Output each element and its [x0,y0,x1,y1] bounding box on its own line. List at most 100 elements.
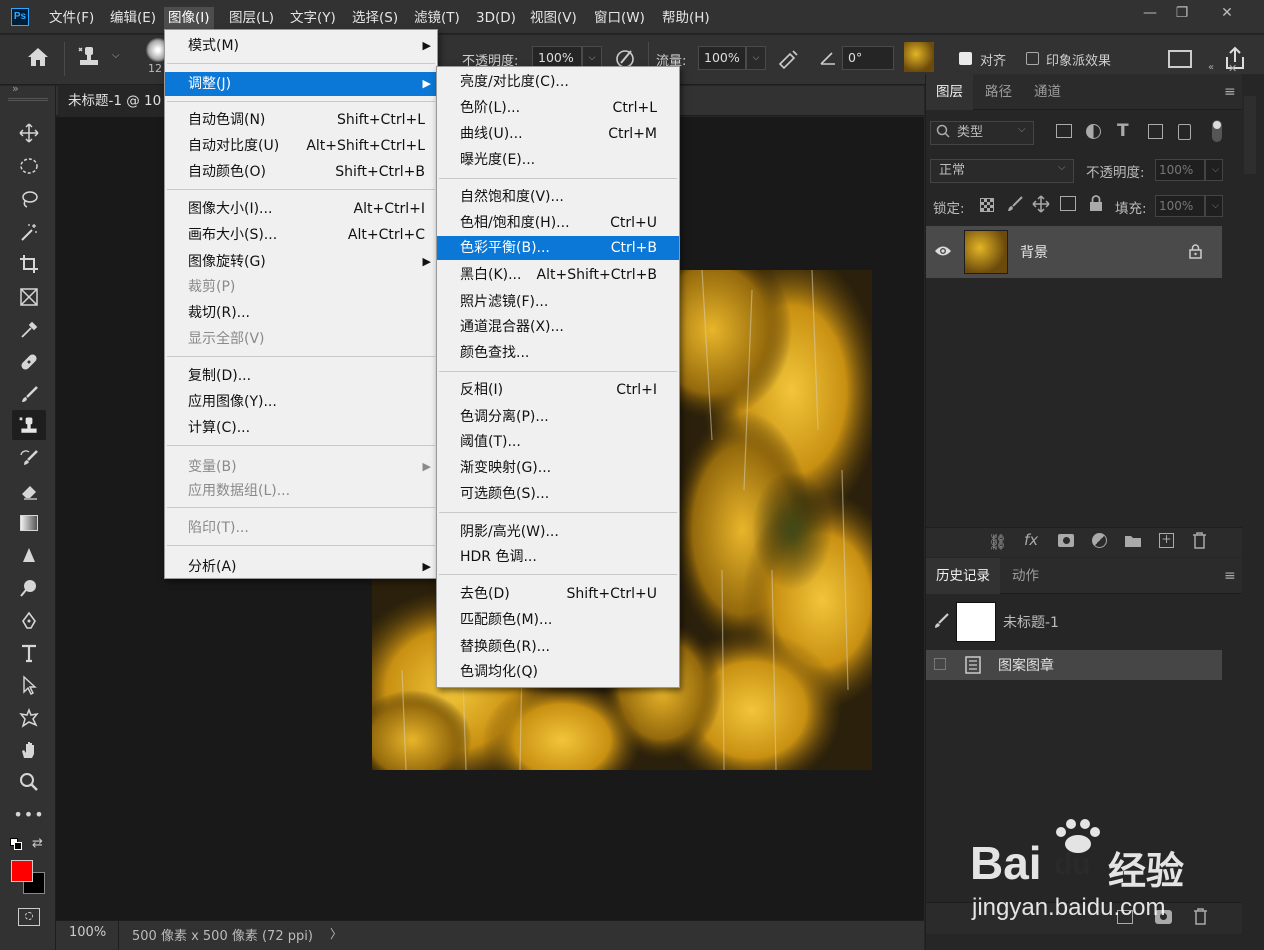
home-button[interactable] [26,46,56,74]
menu-view[interactable]: 视图(V) [526,7,581,29]
menu-item-brightness-contrast[interactable]: 亮度/对比度(C)... [437,70,679,94]
eraser-tool[interactable] [12,476,46,506]
menu-item-duplicate[interactable]: 复制(D)... [165,364,437,388]
close-window-button[interactable]: ✕ [1205,0,1249,28]
collapse-panels-icon[interactable]: « [1208,62,1214,73]
filter-toggle[interactable] [1212,120,1222,142]
default-colors-icon[interactable] [10,838,22,850]
menu-file[interactable]: 文件(F) [45,7,98,29]
fill-input[interactable]: 100% [1155,195,1205,217]
fx-icon[interactable]: fx [1024,531,1038,549]
tab-actions[interactable]: 动作 [1002,558,1049,594]
menu-item-auto-color[interactable]: 自动颜色(O) Shift+Ctrl+B [165,160,437,184]
menu-item-match-color[interactable]: 匹配颜色(M)... [437,608,679,632]
link-layers-icon[interactable]: ⛓ [988,533,1007,551]
align-checkbox[interactable] [959,52,972,65]
path-selection-tool[interactable] [12,670,46,700]
menu-item-color-balance[interactable]: 色彩平衡(B)... Ctrl+B [437,236,679,260]
shape-layer-filter-icon[interactable] [1148,124,1163,139]
tab-history[interactable]: 历史记录 [926,558,1000,594]
menu-item-invert[interactable]: 反相(I) Ctrl+I [437,378,679,402]
layer-opacity-dropdown[interactable]: ⌵ [1205,159,1223,181]
move-tool[interactable] [12,118,46,148]
toolbar-grip[interactable] [8,98,48,101]
menu-item-auto-contrast[interactable]: 自动对比度(U) Alt+Shift+Ctrl+L [165,134,437,158]
new-adjustment-layer-icon[interactable] [1092,533,1107,548]
menu-item-desaturate[interactable]: 去色(D) Shift+Ctrl+U [437,582,679,606]
layer-name[interactable]: 背景 [1020,242,1048,262]
menu-item-levels[interactable]: 色阶(L)... Ctrl+L [437,96,679,120]
layers-panel-menu-icon[interactable]: ≡ [1224,84,1236,100]
add-mask-icon[interactable] [1058,534,1074,547]
menu-item-apply-image[interactable]: 应用图像(Y)... [165,390,437,414]
new-group-icon[interactable] [1124,534,1142,552]
lasso-tool[interactable] [12,184,46,214]
tab-paths[interactable]: 路径 [975,74,1022,110]
visibility-eye-icon[interactable] [934,244,952,262]
menu-item-hdr-toning[interactable]: HDR 色调... [437,545,679,569]
type-layer-filter-icon[interactable]: T [1117,121,1129,141]
new-layer-icon[interactable]: + [1159,533,1174,548]
type-tool[interactable] [12,638,46,668]
menu-item-shadows-highlights[interactable]: 阴影/高光(W)... [437,520,679,544]
history-step-checkbox[interactable] [934,658,946,670]
ignore-adjustment-icon[interactable] [1168,50,1192,68]
snapshot-name[interactable]: 未标题-1 [1003,612,1059,632]
menu-image[interactable]: 图像(I) [164,7,214,29]
healing-brush-tool[interactable] [12,347,46,377]
menu-item-posterize[interactable]: 色调分离(P)... [437,405,679,429]
menu-item-curves[interactable]: 曲线(U)... Ctrl+M [437,122,679,146]
smart-object-filter-icon[interactable] [1178,124,1191,140]
pixel-layer-filter-icon[interactable] [1056,124,1072,138]
crop-tool[interactable] [12,249,46,279]
custom-shape-tool[interactable] [12,703,46,733]
tool-preset-picker[interactable]: ⌵ [76,44,126,72]
flow-input[interactable]: 100% [698,46,746,70]
lock-artboard-icon[interactable] [1060,196,1076,211]
panel-scrollbar[interactable] [1244,96,1256,174]
impressionist-checkbox[interactable] [1026,52,1039,65]
status-menu-arrow[interactable]: 〉 [330,925,342,942]
hand-tool[interactable] [12,735,46,765]
menu-filter[interactable]: 滤镜(T) [410,7,464,29]
menu-item-hue-saturation[interactable]: 色相/饱和度(H)... Ctrl+U [437,211,679,235]
menu-item-equalize[interactable]: 色调均化(Q) [437,660,679,684]
blur-tool[interactable] [12,541,46,571]
history-step-name[interactable]: 图案图章 [998,655,1054,675]
fill-dropdown[interactable]: ⌵ [1205,195,1223,217]
history-brush-tool[interactable] [12,444,46,474]
menu-item-calculations[interactable]: 计算(C)... [165,416,437,440]
restore-button[interactable]: ❐ [1160,0,1204,28]
lock-all-icon[interactable] [1089,195,1103,216]
menu-select[interactable]: 选择(S) [348,7,402,29]
foreground-color-swatch[interactable] [11,860,33,882]
menu-item-color-lookup[interactable]: 颜色查找... [437,341,679,365]
zoom-tool[interactable] [12,767,46,797]
adjustment-layer-filter-icon[interactable] [1086,124,1101,139]
menu-item-image-rotation[interactable]: 图像旋转(G) ▶ [165,250,437,274]
delete-layer-icon[interactable] [1192,532,1207,553]
history-panel-menu-icon[interactable]: ≡ [1224,568,1236,584]
tab-channels[interactable]: 通道 [1024,74,1071,110]
marquee-tool[interactable] [12,151,46,181]
layer-opacity-input[interactable]: 100% [1155,159,1205,181]
clone-source-thumbnail[interactable] [904,42,934,72]
flow-dropdown[interactable]: ⌵ [746,46,766,70]
zoom-level[interactable]: 100% [69,925,106,940]
menu-item-black-white[interactable]: 黑白(K)... Alt+Shift+Ctrl+B [437,263,679,287]
document-tab[interactable]: 未标题-1 @ 10 [58,86,172,116]
more-tools-icon[interactable]: ••• [12,800,46,830]
menu-edit[interactable]: 编辑(E) [106,7,160,29]
menu-item-mode[interactable]: 模式(M) ▶ [165,34,437,58]
angle-input[interactable]: 0° [842,46,894,70]
menu-item-analysis[interactable]: 分析(A) ▶ [165,555,437,579]
brush-tool[interactable] [12,380,46,410]
lock-position-icon[interactable] [1032,195,1050,217]
frame-tool[interactable] [12,282,46,312]
menu-item-canvas-size[interactable]: 画布大小(S)... Alt+Ctrl+C [165,223,437,247]
menu-item-gradient-map[interactable]: 渐变映射(G)... [437,456,679,480]
menu-item-adjustments[interactable]: 调整(J) ▶ [165,72,437,96]
tab-layers[interactable]: 图层 [926,74,973,110]
menu-item-image-size[interactable]: 图像大小(I)... Alt+Ctrl+I [165,197,437,221]
eyedropper-tool[interactable] [12,315,46,345]
